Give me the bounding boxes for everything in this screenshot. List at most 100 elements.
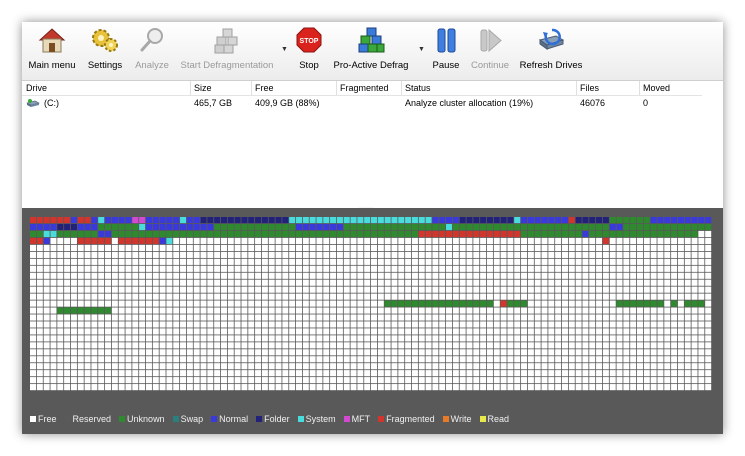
cluster-cell bbox=[534, 363, 541, 370]
cluster-cell bbox=[698, 321, 705, 328]
cluster-cell bbox=[125, 279, 132, 286]
cluster-cell bbox=[630, 335, 637, 342]
cluster-cell bbox=[268, 217, 275, 224]
cluster-cell bbox=[50, 377, 57, 384]
cluster-cell bbox=[541, 286, 548, 293]
legend-swatch bbox=[119, 416, 126, 422]
column-header-moved[interactable]: Moved bbox=[643, 83, 670, 93]
cluster-cell bbox=[125, 342, 132, 349]
pro-active-defrag-button[interactable]: Pro-Active Defrag bbox=[332, 26, 410, 74]
cluster-cell bbox=[91, 356, 98, 363]
cluster-cell bbox=[166, 244, 173, 251]
cluster-cell bbox=[439, 349, 446, 356]
cluster-cell bbox=[145, 314, 152, 321]
cluster-cell bbox=[350, 265, 357, 272]
cluster-cell bbox=[548, 258, 555, 265]
cluster-cell bbox=[657, 223, 664, 231]
cluster-cell bbox=[84, 384, 91, 391]
cluster-cell bbox=[50, 217, 57, 224]
cluster-cell bbox=[289, 314, 296, 321]
cluster-cell bbox=[609, 314, 616, 321]
cluster-cell bbox=[98, 279, 105, 286]
refresh-drives-button[interactable]: Refresh Drives bbox=[518, 26, 584, 74]
cluster-cell bbox=[220, 237, 227, 245]
cluster-cell bbox=[486, 293, 493, 300]
column-header-size[interactable]: Size bbox=[194, 83, 212, 93]
main-menu-button[interactable]: Main menu bbox=[26, 26, 78, 74]
column-header-free[interactable]: Free bbox=[255, 83, 274, 93]
start-defrag-dropdown-arrow-icon[interactable]: ▼ bbox=[281, 46, 288, 53]
settings-button[interactable]: Settings bbox=[84, 26, 126, 74]
cluster-cell bbox=[643, 307, 650, 314]
cluster-cell bbox=[248, 217, 255, 224]
cluster-cell bbox=[677, 237, 684, 245]
column-header-drive[interactable]: Drive bbox=[26, 83, 47, 93]
cluster-cell bbox=[650, 237, 657, 245]
cluster-cell bbox=[507, 223, 514, 231]
pro-active-dropdown-arrow-icon[interactable]: ▼ bbox=[418, 46, 425, 53]
cluster-cell bbox=[70, 342, 77, 349]
cluster-cell bbox=[139, 223, 146, 231]
cluster-cell bbox=[316, 265, 323, 272]
cluster-cell bbox=[282, 300, 289, 307]
cluster-cell bbox=[582, 321, 589, 328]
table-row[interactable]: (C:) 465,7 GB 409,9 GB (88%) Analyze clu… bbox=[22, 96, 702, 110]
cluster-cell bbox=[452, 307, 459, 314]
cluster-cell bbox=[555, 265, 562, 272]
column-divider[interactable] bbox=[576, 81, 577, 95]
continue-button[interactable]: Continue bbox=[468, 26, 512, 74]
cluster-cell bbox=[268, 293, 275, 300]
cluster-cell bbox=[159, 217, 166, 224]
cluster-cell bbox=[630, 217, 637, 224]
stop-sign-icon: STOP bbox=[294, 26, 324, 54]
cluster-cell bbox=[705, 272, 712, 279]
column-divider[interactable] bbox=[639, 81, 640, 95]
cluster-cell bbox=[514, 279, 521, 286]
cluster-cell bbox=[173, 217, 180, 224]
cluster-cell bbox=[371, 279, 378, 286]
cluster-cell bbox=[698, 370, 705, 377]
cluster-cell bbox=[609, 370, 616, 377]
column-header-status[interactable]: Status bbox=[405, 83, 431, 93]
cluster-cell bbox=[309, 265, 316, 272]
cluster-cell bbox=[364, 384, 371, 391]
column-divider[interactable] bbox=[401, 81, 402, 95]
cluster-cell bbox=[234, 363, 241, 370]
cluster-cell bbox=[398, 293, 405, 300]
cluster-cell bbox=[139, 237, 146, 245]
cluster-cell bbox=[541, 370, 548, 377]
column-divider[interactable] bbox=[336, 81, 337, 95]
pause-button[interactable]: Pause bbox=[430, 26, 462, 74]
cluster-cell bbox=[609, 265, 616, 272]
stop-button[interactable]: STOP Stop bbox=[294, 26, 324, 74]
cluster-cell bbox=[671, 237, 678, 245]
cluster-cell bbox=[336, 328, 343, 335]
cluster-cell bbox=[323, 300, 330, 307]
cluster-cell bbox=[289, 307, 296, 314]
cluster-cell bbox=[623, 363, 630, 370]
column-divider[interactable] bbox=[190, 81, 191, 95]
cluster-cell bbox=[57, 265, 64, 272]
column-divider[interactable] bbox=[251, 81, 252, 95]
cluster-cell bbox=[405, 342, 412, 349]
cluster-cell bbox=[180, 300, 187, 307]
cluster-cell bbox=[384, 370, 391, 377]
start-defragmentation-button[interactable]: Start Defragmentation bbox=[178, 26, 276, 74]
cluster-cell bbox=[200, 272, 207, 279]
cluster-cell bbox=[466, 251, 473, 258]
cluster-cell bbox=[391, 217, 398, 224]
cluster-cell bbox=[330, 293, 337, 300]
cluster-cell bbox=[111, 342, 118, 349]
column-header-files[interactable]: Files bbox=[580, 83, 599, 93]
cluster-cell bbox=[152, 307, 159, 314]
cluster-cell bbox=[691, 244, 698, 251]
cluster-cell bbox=[261, 279, 268, 286]
cluster-cell bbox=[507, 314, 514, 321]
cluster-cell bbox=[357, 307, 364, 314]
column-header-fragmented[interactable]: Fragmented bbox=[340, 83, 389, 93]
analyze-button[interactable]: Analyze bbox=[132, 26, 172, 74]
cluster-cell bbox=[473, 286, 480, 293]
cluster-cell bbox=[302, 300, 309, 307]
cluster-cell bbox=[432, 244, 439, 251]
cluster-cell bbox=[616, 377, 623, 384]
